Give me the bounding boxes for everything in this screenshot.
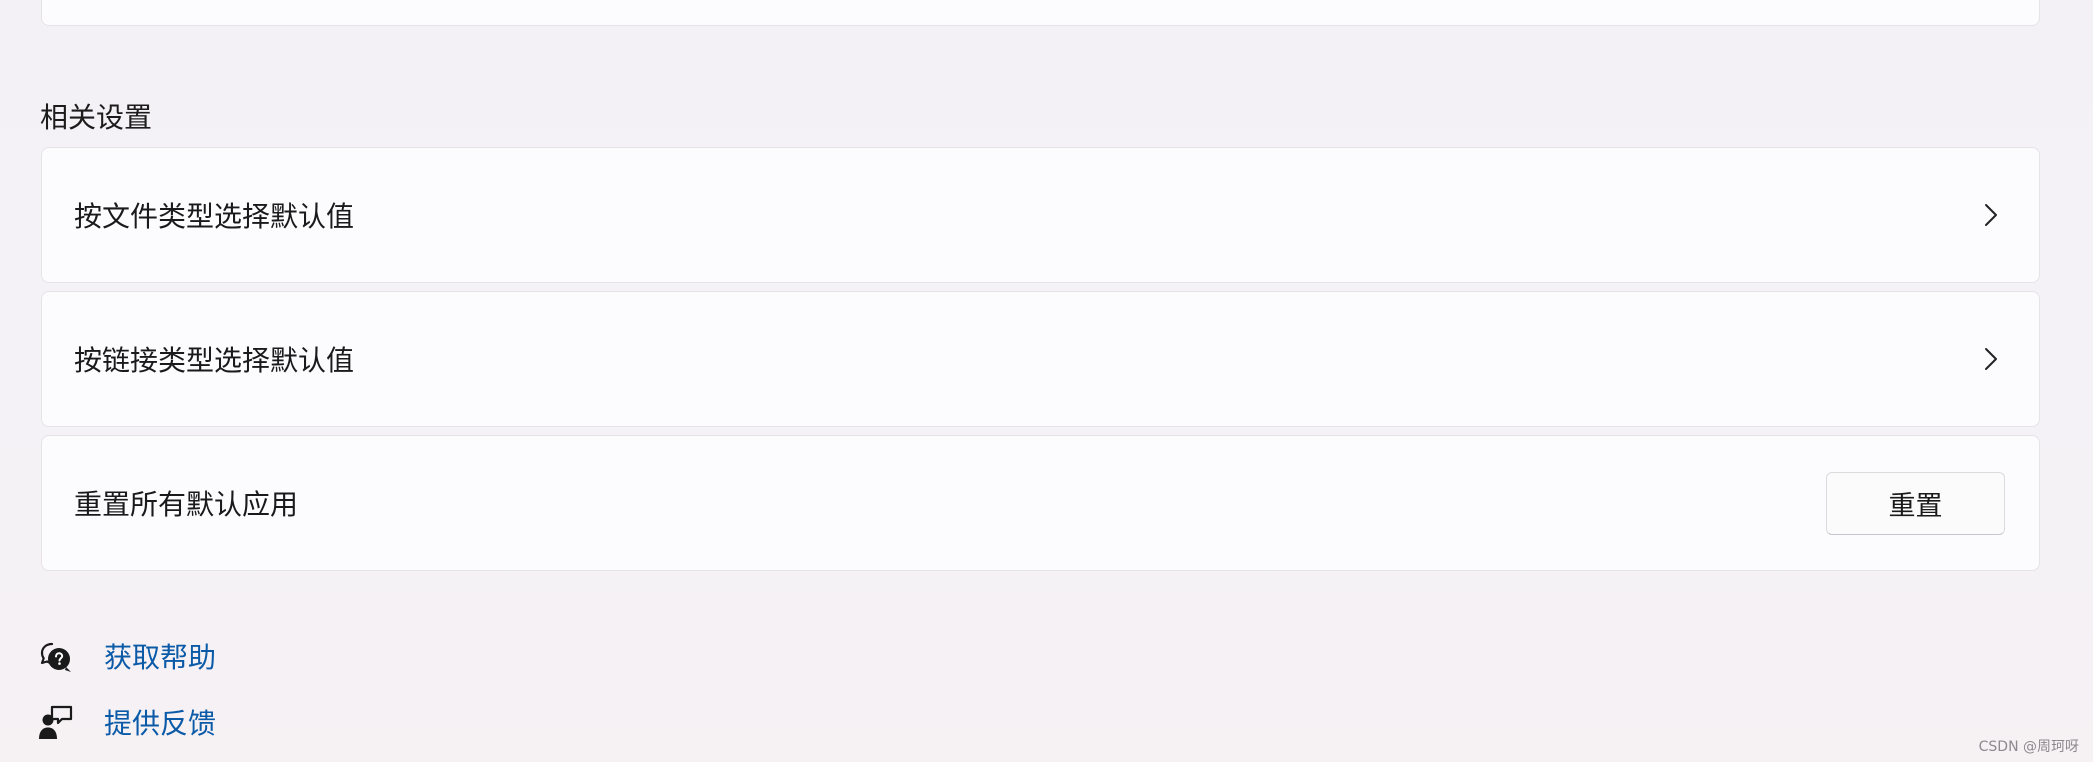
row-label: 按链接类型选择默认值 xyxy=(74,344,355,377)
feedback-icon xyxy=(38,704,74,740)
give-feedback-link[interactable]: 提供反馈 xyxy=(104,702,216,742)
reset-all-default-apps-row: 重置所有默认应用 重置 xyxy=(41,435,2040,571)
reset-button[interactable]: 重置 xyxy=(1826,471,2005,535)
previous-settings-card xyxy=(41,0,2040,26)
watermark: CSDN @周珂呀 xyxy=(1978,739,2079,755)
get-help-link[interactable]: 获取帮助 xyxy=(104,636,216,676)
help-chat-icon xyxy=(38,638,74,674)
row-label: 按文件类型选择默认值 xyxy=(74,200,355,233)
give-feedback-link-row[interactable]: 提供反馈 xyxy=(38,702,216,742)
row-label: 重置所有默认应用 xyxy=(74,488,299,521)
section-title-related-settings: 相关设置 xyxy=(40,101,153,134)
chevron-right-icon xyxy=(1979,347,2003,371)
choose-defaults-by-file-type-row[interactable]: 按文件类型选择默认值 xyxy=(41,147,2040,283)
chevron-right-icon xyxy=(1979,203,2003,227)
choose-defaults-by-link-type-row[interactable]: 按链接类型选择默认值 xyxy=(41,291,2040,427)
get-help-link-row[interactable]: 获取帮助 xyxy=(38,636,216,676)
